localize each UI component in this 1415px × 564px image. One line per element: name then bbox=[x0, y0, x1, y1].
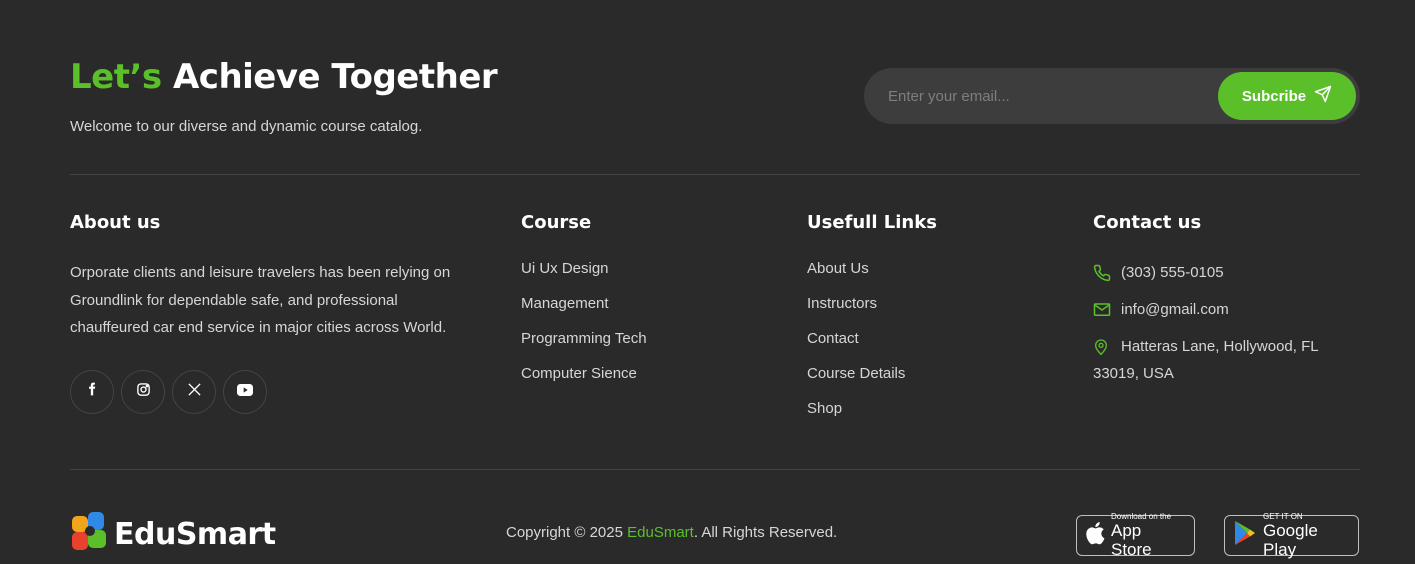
logo-text: EduSmart bbox=[114, 517, 276, 552]
contact-email[interactable]: info@gmail.com bbox=[1121, 296, 1229, 323]
course-heading: Course bbox=[521, 212, 592, 233]
instagram-link[interactable] bbox=[121, 369, 165, 414]
google-play-small-text: GET IT ON bbox=[1263, 512, 1303, 521]
useful-links-column: Usefull Links About Us Instructors Conta… bbox=[807, 212, 937, 434]
hero-title: Let’s Achieve Together bbox=[70, 57, 498, 97]
facebook-icon bbox=[85, 382, 99, 401]
bottom-divider bbox=[70, 469, 1360, 470]
useful-links-heading: Usefull Links bbox=[807, 212, 937, 233]
useful-link-about[interactable]: About Us bbox=[807, 259, 937, 294]
app-store-big-text: App Store bbox=[1111, 521, 1152, 559]
copyright-text: Copyright © 2025 EduSmart. All Rights Re… bbox=[506, 524, 837, 541]
useful-link-shop[interactable]: Shop bbox=[807, 399, 937, 434]
footer-section: Let’s Achieve Together Welcome to our di… bbox=[70, 0, 1360, 564]
hero-title-rest: Achieve Together bbox=[161, 57, 498, 97]
course-column: Course Ui Ux Design Management Programmi… bbox=[521, 212, 647, 399]
google-play-button[interactable]: GET IT ON Google Play bbox=[1224, 512, 1359, 559]
course-link-programming[interactable]: Programming Tech bbox=[521, 329, 647, 364]
contact-address: Hatteras Lane, Hollywood, FL 33019, USA bbox=[1093, 338, 1319, 382]
useful-links: About Us Instructors Contact Course Deta… bbox=[807, 259, 937, 434]
contact-phone-row: (303) 555-0105 bbox=[1093, 259, 1360, 286]
google-play-icon bbox=[1233, 520, 1257, 551]
about-text: Orporate clients and leisure travelers h… bbox=[70, 264, 451, 336]
contact-email-row: info@gmail.com bbox=[1093, 296, 1360, 323]
mail-icon bbox=[1093, 296, 1121, 323]
copyright-brand-link[interactable]: EduSmart bbox=[627, 524, 694, 541]
hero-title-accent: Let’s bbox=[70, 57, 162, 97]
social-links bbox=[70, 369, 470, 414]
site-logo[interactable]: EduSmart bbox=[70, 510, 276, 559]
instagram-icon bbox=[136, 382, 151, 402]
youtube-link[interactable] bbox=[223, 369, 267, 414]
subscribe-button-label: Subcribe bbox=[1241, 87, 1307, 105]
contact-address-row: Hatteras Lane, Hollywood, FL 33019, USA bbox=[1093, 333, 1360, 387]
about-column: About us Orporate clients and leisure tr… bbox=[70, 212, 470, 414]
useful-link-contact[interactable]: Contact bbox=[807, 329, 937, 364]
email-input[interactable] bbox=[888, 82, 1188, 110]
send-icon bbox=[1314, 85, 1332, 107]
copyright-suffix: . All Rights Reserved. bbox=[693, 524, 838, 541]
apple-icon bbox=[1085, 521, 1105, 550]
phone-icon bbox=[1093, 259, 1121, 286]
course-link-ui-ux[interactable]: Ui Ux Design bbox=[521, 259, 647, 294]
useful-link-course-details[interactable]: Course Details bbox=[807, 364, 937, 399]
app-store-button[interactable]: Download on the App Store bbox=[1076, 512, 1195, 559]
course-link-computer-science[interactable]: Computer Sience bbox=[521, 364, 647, 399]
google-play-big-text: Google Play bbox=[1263, 521, 1318, 559]
hero-subtitle: Welcome to our diverse and dynamic cours… bbox=[70, 118, 423, 135]
contact-column: Contact us (303) 555-0105 info@gmail.com… bbox=[1093, 212, 1360, 397]
about-heading: About us bbox=[70, 212, 161, 233]
contact-phone[interactable]: (303) 555-0105 bbox=[1121, 259, 1224, 286]
youtube-icon bbox=[237, 383, 253, 401]
subscribe-form: Subcribe bbox=[864, 68, 1360, 124]
course-link-management[interactable]: Management bbox=[521, 294, 647, 329]
facebook-link[interactable] bbox=[70, 369, 114, 414]
location-icon bbox=[1093, 333, 1121, 360]
logo-mark-icon bbox=[70, 510, 110, 559]
x-link[interactable] bbox=[172, 369, 216, 414]
subscribe-button[interactable]: Subcribe bbox=[1218, 72, 1356, 120]
x-icon bbox=[187, 382, 202, 402]
app-store-small-text: Download on the bbox=[1111, 512, 1172, 521]
useful-link-instructors[interactable]: Instructors bbox=[807, 294, 937, 329]
course-links: Ui Ux Design Management Programming Tech… bbox=[521, 259, 647, 399]
contact-heading: Contact us bbox=[1093, 212, 1202, 233]
top-divider bbox=[70, 174, 1360, 175]
copyright-prefix: Copyright © 2025 bbox=[506, 524, 628, 541]
